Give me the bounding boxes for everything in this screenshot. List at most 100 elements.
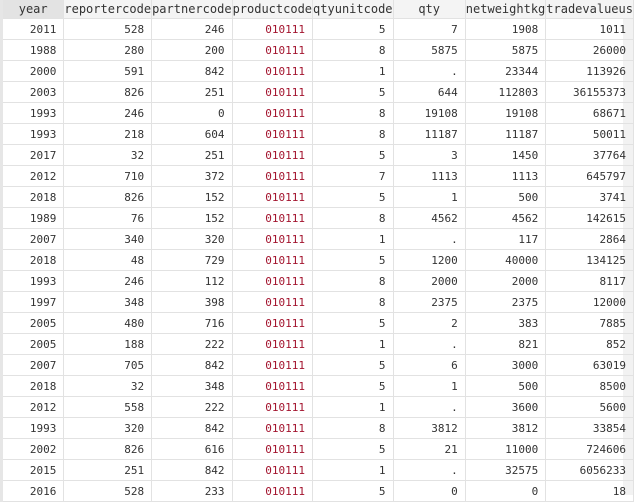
cell-productcode[interactable]: 010111 <box>232 60 314 82</box>
cell-partnercode[interactable]: 372 <box>151 165 233 187</box>
cell-partnercode[interactable]: 716 <box>151 312 233 334</box>
table-row[interactable]: 1993 320 842 010111 8 3812 3812 33854 <box>0 417 634 439</box>
cell-qtyunitcode[interactable]: 5 <box>312 438 394 460</box>
cell-qtyunitcode[interactable]: 5 <box>312 480 394 502</box>
cell-netweightkg[interactable]: 40000 <box>465 249 547 271</box>
cell-productcode[interactable]: 010111 <box>232 123 314 145</box>
cell-tradevalueus[interactable]: 852 <box>545 333 634 355</box>
cell-partnercode[interactable]: 200 <box>151 39 233 61</box>
cell-reportercode[interactable]: 826 <box>63 438 153 460</box>
cell-qtyunitcode[interactable]: 8 <box>312 291 394 313</box>
table-row[interactable]: 1993 246 112 010111 8 2000 2000 8117 <box>0 270 634 292</box>
cell-year[interactable]: 1989 <box>0 207 65 229</box>
cell-productcode[interactable]: 010111 <box>232 333 314 355</box>
cell-qty[interactable]: 2 <box>393 312 466 334</box>
table-row[interactable]: 2005 188 222 010111 1. 821 852 <box>0 333 634 355</box>
cell-productcode[interactable]: 010111 <box>232 39 314 61</box>
cell-productcode[interactable]: 010111 <box>232 186 314 208</box>
cell-tradevalueus[interactable]: 724606 <box>545 438 634 460</box>
cell-netweightkg[interactable]: 821 <box>465 333 547 355</box>
table-row[interactable]: 2011 528 246 010111 5 7 1908 1011 <box>0 18 634 40</box>
cell-netweightkg[interactable]: 23344 <box>465 60 547 82</box>
cell-partnercode[interactable]: 0 <box>151 102 233 124</box>
cell-qtyunitcode[interactable]: 1 <box>312 333 394 355</box>
cell-tradevalueus[interactable]: 113926 <box>545 60 634 82</box>
cell-reportercode[interactable]: 340 <box>63 228 153 250</box>
cell-reportercode[interactable]: 528 <box>63 18 153 40</box>
cell-reportercode[interactable]: 591 <box>63 60 153 82</box>
cell-productcode[interactable]: 010111 <box>232 207 314 229</box>
cell-reportercode[interactable]: 320 <box>63 417 153 439</box>
cell-qty[interactable]: 1 <box>393 186 466 208</box>
cell-partnercode[interactable]: 233 <box>151 480 233 502</box>
cell-tradevalueus[interactable]: 18 <box>545 480 634 502</box>
cell-year[interactable]: 2012 <box>0 396 65 418</box>
cell-tradevalueus[interactable]: 5600 <box>545 396 634 418</box>
cell-productcode[interactable]: 010111 <box>232 144 314 166</box>
cell-qtyunitcode[interactable]: 5 <box>312 249 394 271</box>
cell-productcode[interactable]: 010111 <box>232 354 314 376</box>
table-row[interactable]: 2007 340 320 010111 1. 117 2864 <box>0 228 634 250</box>
cell-tradevalueus[interactable]: 3741 <box>545 186 634 208</box>
cell-tradevalueus[interactable]: 12000 <box>545 291 634 313</box>
table-row[interactable]: 2017 32 251 010111 5 3 1450 37764 <box>0 144 634 166</box>
cell-productcode[interactable]: 010111 <box>232 18 314 40</box>
cell-netweightkg[interactable]: 11000 <box>465 438 547 460</box>
table-row[interactable]: 1993 218 604 010111 8 11187 11187 50011 <box>0 123 634 145</box>
cell-productcode[interactable]: 010111 <box>232 375 314 397</box>
column-header-qtyunitcode[interactable]: qtyunitcode <box>312 0 394 19</box>
cell-partnercode[interactable]: 222 <box>151 333 233 355</box>
table-row[interactable]: 2002 826 616 010111 5 21 11000 724606 <box>0 438 634 460</box>
cell-reportercode[interactable]: 218 <box>63 123 153 145</box>
cell-qty[interactable]: 2000 <box>393 270 466 292</box>
cell-productcode[interactable]: 010111 <box>232 228 314 250</box>
cell-productcode[interactable]: 010111 <box>232 165 314 187</box>
cell-reportercode[interactable]: 826 <box>63 186 153 208</box>
cell-qty[interactable]: . <box>393 333 466 355</box>
cell-qtyunitcode[interactable]: 8 <box>312 102 394 124</box>
cell-year[interactable]: 2016 <box>0 480 65 502</box>
cell-productcode[interactable]: 010111 <box>232 417 314 439</box>
cell-tradevalueus[interactable]: 68671 <box>545 102 634 124</box>
cell-year[interactable]: 2015 <box>0 459 65 481</box>
cell-year[interactable]: 1997 <box>0 291 65 313</box>
cell-qtyunitcode[interactable]: 1 <box>312 60 394 82</box>
cell-netweightkg[interactable]: 500 <box>465 375 547 397</box>
cell-partnercode[interactable]: 842 <box>151 354 233 376</box>
cell-partnercode[interactable]: 616 <box>151 438 233 460</box>
cell-qty[interactable]: 21 <box>393 438 466 460</box>
cell-productcode[interactable]: 010111 <box>232 270 314 292</box>
cell-qty[interactable]: 7 <box>393 18 466 40</box>
table-row[interactable]: 2018 32 348 010111 5 1 500 8500 <box>0 375 634 397</box>
cell-qtyunitcode[interactable]: 5 <box>312 18 394 40</box>
cell-qtyunitcode[interactable]: 1 <box>312 228 394 250</box>
cell-netweightkg[interactable]: 3812 <box>465 417 547 439</box>
cell-productcode[interactable]: 010111 <box>232 249 314 271</box>
cell-productcode[interactable]: 010111 <box>232 102 314 124</box>
cell-tradevalueus[interactable]: 645797 <box>545 165 634 187</box>
cell-netweightkg[interactable]: 500 <box>465 186 547 208</box>
cell-year[interactable]: 2018 <box>0 186 65 208</box>
cell-qty[interactable]: 1113 <box>393 165 466 187</box>
cell-partnercode[interactable]: 320 <box>151 228 233 250</box>
cell-productcode[interactable]: 010111 <box>232 291 314 313</box>
cell-partnercode[interactable]: 348 <box>151 375 233 397</box>
cell-qtyunitcode[interactable]: 5 <box>312 375 394 397</box>
cell-reportercode[interactable]: 710 <box>63 165 153 187</box>
cell-tradevalueus[interactable]: 37764 <box>545 144 634 166</box>
cell-qtyunitcode[interactable]: 8 <box>312 417 394 439</box>
cell-year[interactable]: 1993 <box>0 417 65 439</box>
cell-reportercode[interactable]: 251 <box>63 459 153 481</box>
cell-year[interactable]: 2018 <box>0 249 65 271</box>
cell-year[interactable]: 2003 <box>0 81 65 103</box>
cell-tradevalueus[interactable]: 2864 <box>545 228 634 250</box>
cell-netweightkg[interactable]: 19108 <box>465 102 547 124</box>
cell-partnercode[interactable]: 604 <box>151 123 233 145</box>
cell-tradevalueus[interactable]: 36155373 <box>545 81 634 103</box>
cell-reportercode[interactable]: 348 <box>63 291 153 313</box>
cell-netweightkg[interactable]: 11187 <box>465 123 547 145</box>
cell-year[interactable]: 1988 <box>0 39 65 61</box>
cell-reportercode[interactable]: 558 <box>63 396 153 418</box>
cell-reportercode[interactable]: 32 <box>63 144 153 166</box>
cell-productcode[interactable]: 010111 <box>232 396 314 418</box>
